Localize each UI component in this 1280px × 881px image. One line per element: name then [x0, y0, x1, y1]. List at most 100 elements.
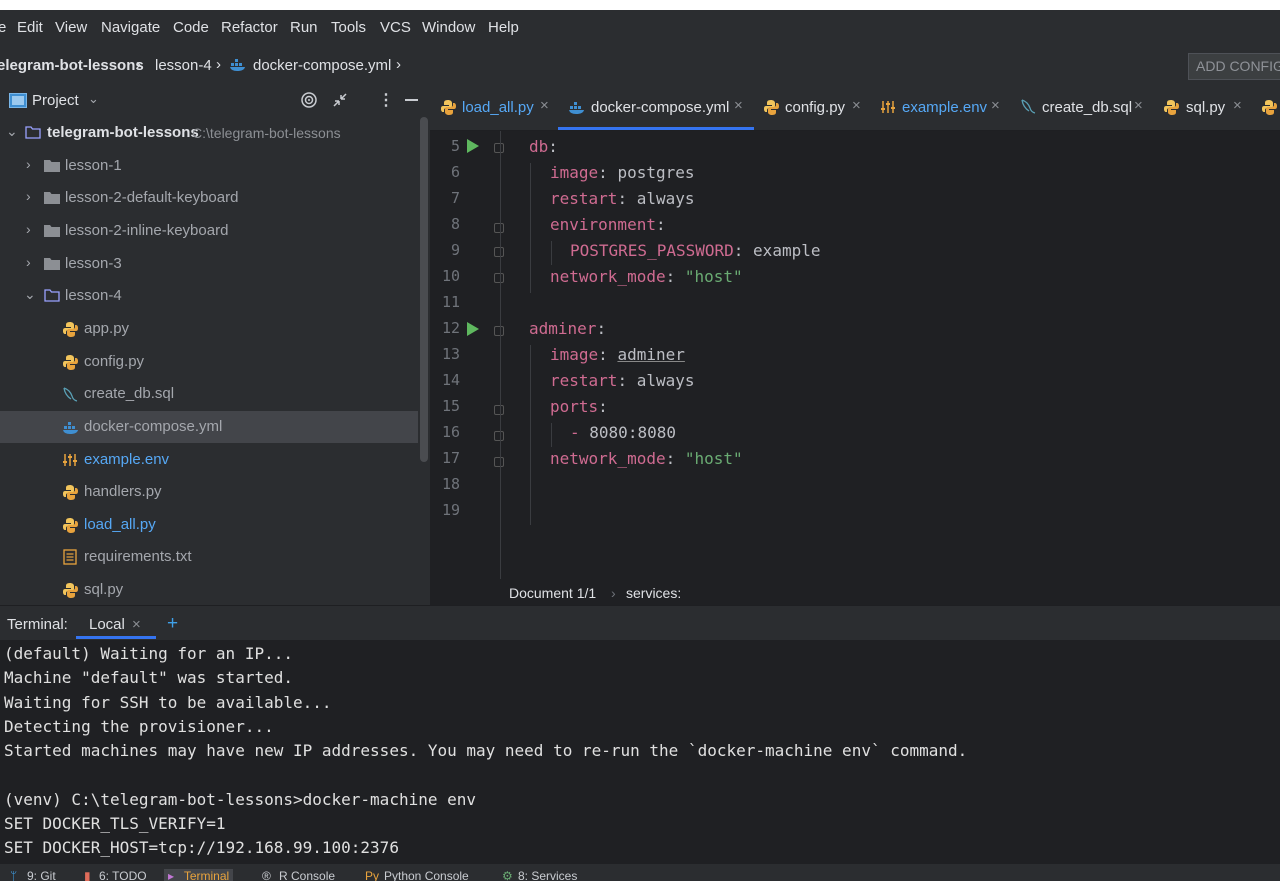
hide-panel-icon[interactable]: [405, 99, 418, 101]
tree-item-folder[interactable]: › lesson-1: [0, 150, 418, 182]
add-configuration-button[interactable]: ADD CONFIG: [1188, 53, 1280, 80]
tool-window-bar: ᛘ 9: Git ▮ 6: TODO ▸_ Terminal ® R Conso…: [0, 864, 1280, 881]
editor-tabs: load_all.py × docker-compose.yml × confi…: [430, 84, 1280, 131]
code-line-8: environment:: [550, 215, 666, 234]
yaml-key: db: [529, 137, 549, 156]
menu-tools[interactable]: Tools: [331, 19, 366, 36]
tree-item-folder[interactable]: ⌄ lesson-4: [0, 280, 418, 312]
tree-item-label: handlers.py: [84, 483, 162, 500]
tab-load-all[interactable]: load_all.py ×: [430, 84, 558, 130]
code-editor[interactable]: 5 6 7 8 9 10 11 12 13 14 15 16 17 18 19 …: [430, 131, 1280, 605]
fold-marker-icon[interactable]: [494, 326, 504, 336]
chevron-right-icon: ›: [611, 585, 616, 601]
tree-item-file[interactable]: requirements.txt: [0, 541, 418, 573]
fold-marker-icon[interactable]: [494, 405, 504, 415]
menu-view[interactable]: View: [55, 19, 87, 36]
yaml-key: restart: [550, 371, 618, 390]
tree-item-folder[interactable]: › lesson-3: [0, 248, 418, 280]
tab-example-env[interactable]: example.env ×: [872, 84, 1010, 130]
tree-item-root[interactable]: ⌄ telegram-bot-lessons C:\telegram-bot-l…: [0, 117, 418, 149]
yaml-colon: :: [598, 163, 608, 182]
close-icon[interactable]: ×: [132, 616, 141, 633]
tool-todo[interactable]: 6: TODO: [99, 869, 147, 881]
tab-terminal-local[interactable]: Local ×: [76, 606, 156, 639]
menu-file[interactable]: e: [0, 19, 6, 36]
fold-marker-icon[interactable]: [494, 143, 504, 153]
fold-marker-icon[interactable]: [494, 223, 504, 233]
tool-services[interactable]: 8: Services: [518, 869, 577, 881]
new-terminal-plus-icon[interactable]: +: [167, 613, 178, 635]
collapse-all-icon[interactable]: [332, 92, 348, 108]
breadcrumb-project[interactable]: elegram-bot-lessons: [0, 57, 144, 74]
chevron-down-icon[interactable]: ⌄: [6, 123, 18, 140]
chevron-right-icon[interactable]: ›: [26, 156, 31, 172]
tree-item-folder[interactable]: › lesson-2-default-keyboard: [0, 182, 418, 214]
fold-marker-icon[interactable]: [494, 273, 504, 283]
tree-scrollbar[interactable]: [420, 117, 428, 462]
menu-help[interactable]: Help: [488, 19, 519, 36]
tree-item-folder[interactable]: › lesson-2-inline-keyboard: [0, 215, 418, 247]
close-icon[interactable]: ×: [734, 97, 743, 114]
tab-docker-compose-active[interactable]: docker-compose.yml ×: [558, 84, 754, 130]
close-icon[interactable]: ×: [852, 97, 861, 114]
terminal-label: Terminal:: [7, 616, 68, 633]
menu-vcs[interactable]: VCS: [380, 19, 411, 36]
menu-window[interactable]: Window: [422, 19, 475, 36]
code-line-16: - 8080:8080: [570, 423, 676, 442]
folder-icon: [44, 160, 60, 172]
terminal-output[interactable]: (default) Waiting for an IP... Machine "…: [0, 640, 1280, 864]
menu-run[interactable]: Run: [290, 19, 318, 36]
tool-python-console[interactable]: Python Console: [384, 869, 469, 881]
tree-item-file[interactable]: create_db.sql: [0, 378, 418, 410]
indent-guide: [551, 423, 552, 447]
close-icon[interactable]: ×: [1233, 97, 1242, 114]
tree-item-label: docker-compose.yml: [84, 418, 223, 435]
breadcrumb-folder[interactable]: lesson-4: [155, 57, 212, 74]
env-settings-icon: [880, 100, 896, 114]
tab-sql[interactable]: sql.py ×: [1153, 84, 1253, 130]
menu-code[interactable]: Code: [173, 19, 209, 36]
run-service-icon[interactable]: [467, 322, 479, 336]
run-service-icon[interactable]: [467, 139, 479, 153]
chevron-right-icon[interactable]: ›: [26, 188, 31, 204]
menu-refactor[interactable]: Refactor: [221, 19, 278, 36]
docker-icon: [568, 101, 586, 115]
todo-icon: ▮: [84, 869, 91, 881]
fold-marker-icon[interactable]: [494, 247, 504, 257]
tool-terminal-active[interactable]: ▸_ Terminal: [164, 869, 234, 881]
breadcrumb-services[interactable]: services:: [626, 585, 681, 601]
tool-r-console[interactable]: R Console: [279, 869, 335, 881]
project-panel-header: Project ⌄ ⋮: [0, 84, 430, 117]
close-icon[interactable]: ×: [991, 97, 1000, 114]
project-view-selector[interactable]: Project: [32, 92, 79, 109]
chevron-right-icon[interactable]: ›: [26, 221, 31, 237]
tab-create-db[interactable]: create_db.sql ×: [1010, 84, 1153, 130]
tree-item-file[interactable]: sql.py: [0, 574, 418, 605]
close-icon[interactable]: ×: [540, 97, 549, 114]
chevron-down-icon[interactable]: ⌄: [88, 91, 99, 107]
fold-marker-icon[interactable]: [494, 431, 504, 441]
tree-item-file[interactable]: load_all.py: [0, 509, 418, 541]
tree-item-file-selected[interactable]: docker-compose.yml: [0, 411, 418, 443]
terminal-header: Terminal: Local × +: [0, 605, 1280, 640]
fold-marker-icon[interactable]: [494, 457, 504, 467]
tree-item-label: lesson-3: [65, 255, 122, 272]
breadcrumb-document[interactable]: Document 1/1: [509, 585, 596, 601]
terminal-tab-label: Local: [89, 616, 125, 633]
close-icon[interactable]: ×: [1134, 97, 1143, 114]
r-icon: ®: [262, 869, 271, 881]
tool-git[interactable]: 9: Git: [27, 869, 56, 881]
tab-config[interactable]: config.py ×: [754, 84, 872, 130]
menu-edit[interactable]: Edit: [17, 19, 43, 36]
menu-navigate[interactable]: Navigate: [101, 19, 160, 36]
chevron-down-icon[interactable]: ⌄: [24, 286, 36, 303]
tree-item-file[interactable]: example.env: [0, 444, 418, 476]
chevron-right-icon[interactable]: ›: [26, 254, 31, 270]
yaml-value: always: [636, 189, 695, 208]
tree-item-file[interactable]: app.py: [0, 313, 418, 345]
tree-item-file[interactable]: config.py: [0, 346, 418, 378]
more-options-icon[interactable]: ⋮: [378, 90, 394, 110]
breadcrumb-file[interactable]: docker-compose.yml: [253, 57, 391, 74]
locate-target-icon[interactable]: [301, 92, 317, 108]
tree-item-file[interactable]: handlers.py: [0, 476, 418, 508]
